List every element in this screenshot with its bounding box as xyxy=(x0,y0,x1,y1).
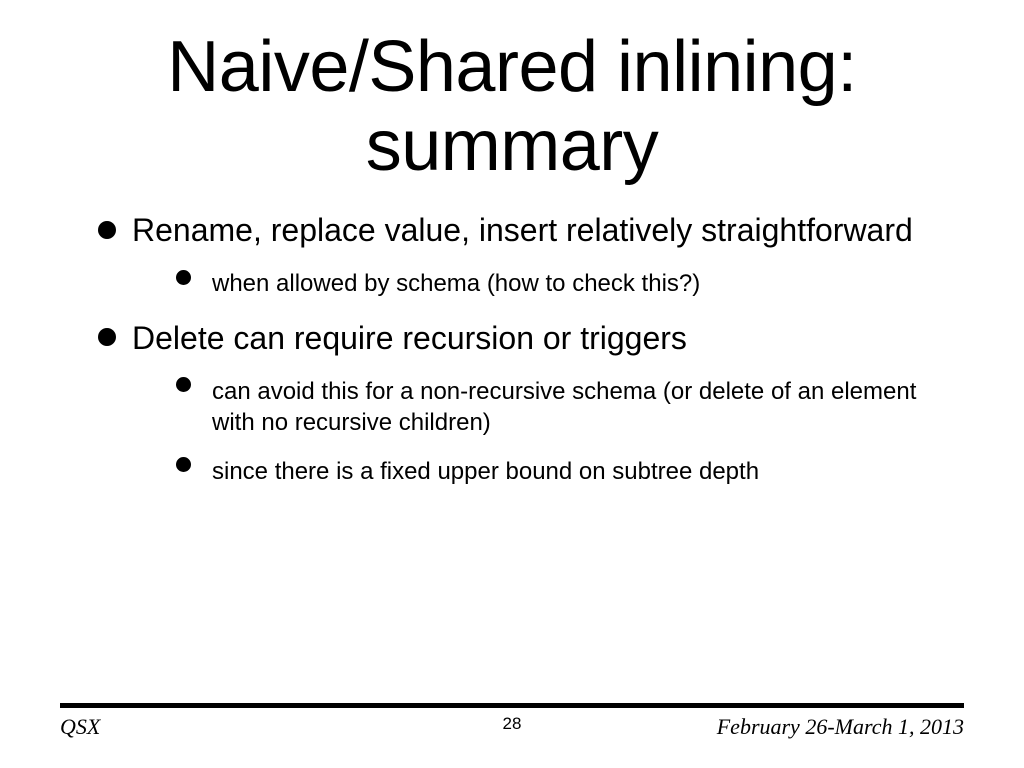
slide-footer: QSX February 26-March 1, 2013 28 xyxy=(60,703,964,740)
sub-bullet-item: can avoid this for a non-recursive schem… xyxy=(132,376,936,438)
sub-bullet-list: when allowed by schema (how to check thi… xyxy=(132,268,936,299)
sub-bullet-item: since there is a fixed upper bound on su… xyxy=(132,456,936,487)
sub-bullet-item: when allowed by schema (how to check thi… xyxy=(132,268,936,299)
footer-rule xyxy=(60,703,964,708)
bullet-item: Delete can require recursion or triggers… xyxy=(88,318,936,488)
bullet-text: Delete can require recursion or triggers xyxy=(132,320,687,356)
sub-bullet-text: when allowed by schema (how to check thi… xyxy=(212,270,700,297)
bullet-item: Rename, replace value, insert relatively… xyxy=(88,210,936,299)
slide: Naive/Shared inlining: summary Rename, r… xyxy=(0,0,1024,768)
bullet-text: Rename, replace value, insert relatively… xyxy=(132,212,913,248)
slide-body: Rename, replace value, insert relatively… xyxy=(60,210,964,487)
sub-bullet-text: since there is a fixed upper bound on su… xyxy=(212,458,759,485)
page-number: 28 xyxy=(60,714,964,734)
slide-title: Naive/Shared inlining: summary xyxy=(60,0,964,196)
sub-bullet-list: can avoid this for a non-recursive schem… xyxy=(132,376,936,488)
bullet-list: Rename, replace value, insert relatively… xyxy=(88,210,936,487)
sub-bullet-text: can avoid this for a non-recursive schem… xyxy=(212,378,916,436)
